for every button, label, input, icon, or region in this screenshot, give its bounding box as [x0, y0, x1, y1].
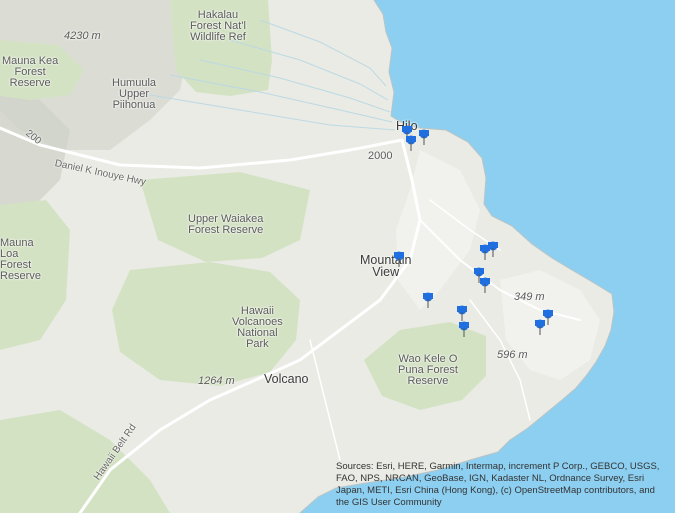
- label-humuula: Humuula Upper Piihonua: [112, 77, 157, 111]
- elevation-label: 596 m: [497, 349, 528, 361]
- elevation-label: 1264 m: [198, 375, 235, 387]
- elevation-label: 349 m: [514, 291, 545, 303]
- label-volcano: Volcano: [264, 372, 309, 386]
- label-hakalau-forest: Hakalau Forest Nat'l Wildlife Ref: [190, 9, 246, 43]
- map-pin-icon[interactable]: [417, 128, 431, 146]
- map-pin-icon[interactable]: [533, 318, 547, 336]
- map-pin-icon[interactable]: [457, 320, 471, 338]
- map-view[interactable]: Hakalau Forest Nat'l Wildlife Ref Mauna …: [0, 0, 675, 513]
- label-volcanoes-np: Hawaii Volcanoes National Park: [232, 305, 283, 350]
- label-wao-kele: Wao Kele O Puna Forest Reserve: [398, 353, 458, 387]
- map-pin-icon[interactable]: [478, 276, 492, 294]
- elevation-label: 2000: [368, 150, 393, 162]
- label-upper-waiakea: Upper Waiakea Forest Reserve: [188, 213, 264, 236]
- basemap: [0, 0, 675, 513]
- label-mauna-kea-forest: Mauna Kea Forest Reserve: [2, 55, 59, 89]
- map-pin-icon[interactable]: [404, 134, 418, 152]
- map-pin-icon[interactable]: [421, 291, 435, 309]
- label-mauna-loa-forest: Mauna Loa Forest Reserve: [0, 237, 41, 282]
- elevation-label: 4230 m: [64, 30, 101, 42]
- map-attribution: Sources: Esri, HERE, Garmin, Intermap, i…: [336, 461, 660, 508]
- map-pin-icon[interactable]: [486, 240, 500, 258]
- map-pin-icon[interactable]: [392, 250, 406, 268]
